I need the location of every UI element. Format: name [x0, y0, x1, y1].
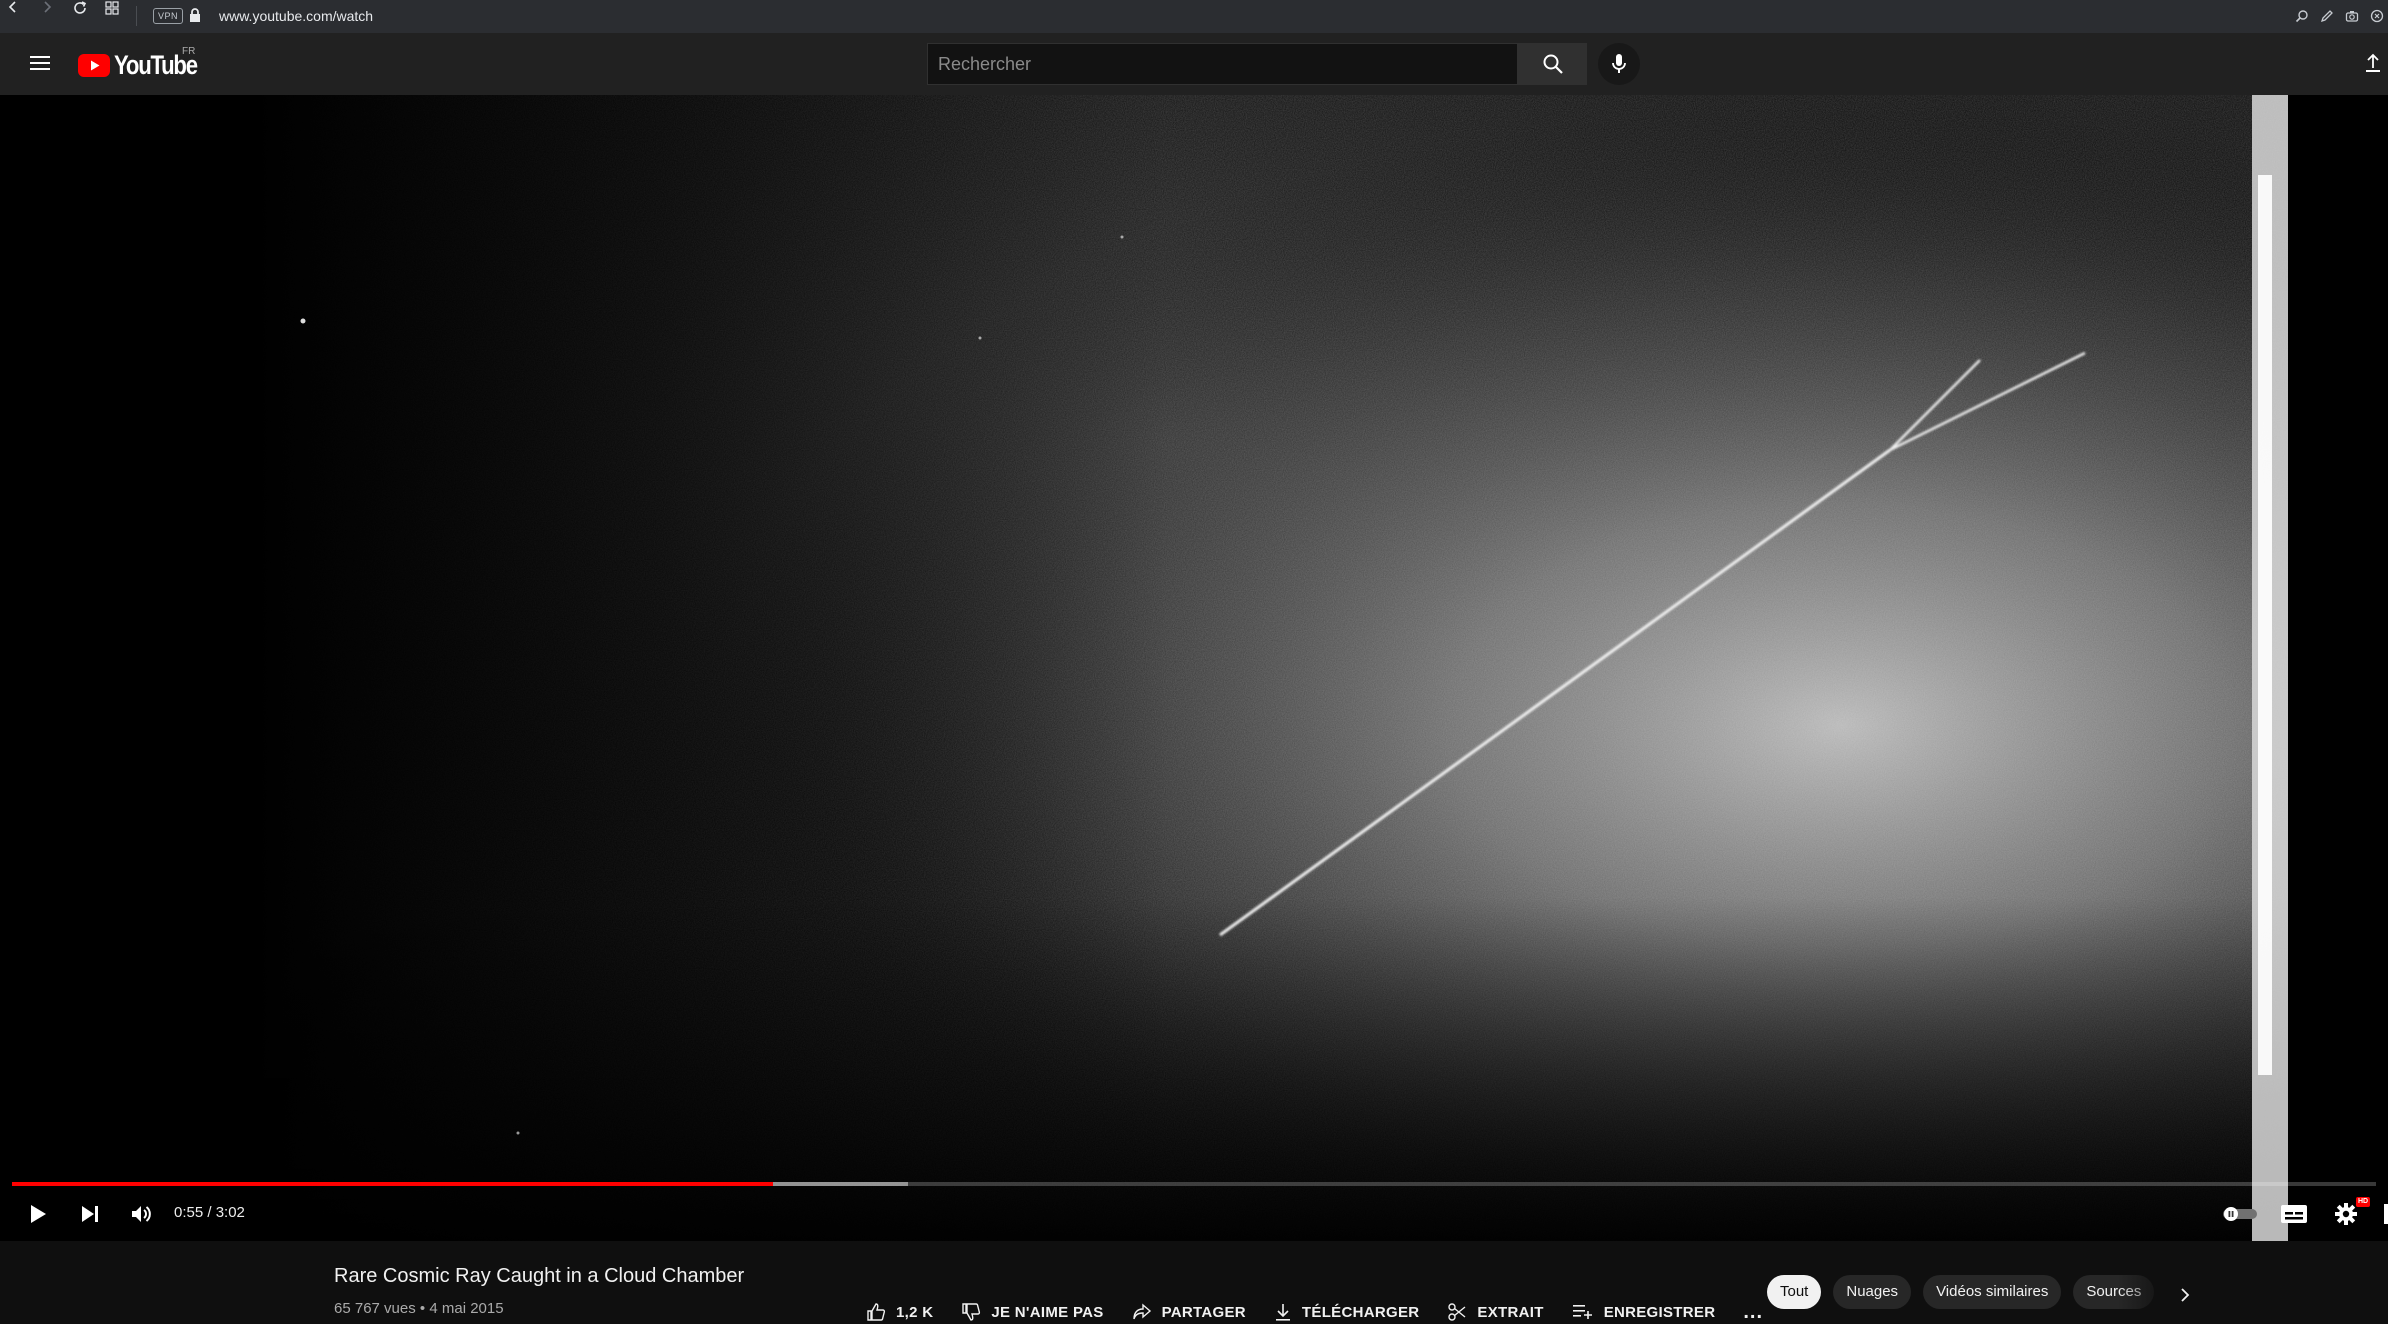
download-icon — [1274, 1302, 1292, 1322]
save-button[interactable]: ENREGISTRER — [1572, 1302, 1716, 1322]
toolbar-divider — [136, 6, 137, 26]
hamburger-menu-icon[interactable] — [22, 45, 58, 81]
search-page-icon[interactable] — [2291, 5, 2313, 27]
like-count: 1,2 K — [896, 1303, 934, 1321]
back-icon[interactable] — [6, 0, 20, 14]
speed-dial-icon[interactable] — [104, 0, 120, 16]
video-frame — [0, 95, 2388, 1241]
progress-played — [12, 1182, 774, 1186]
volume-button[interactable] — [124, 1196, 160, 1232]
next-button[interactable] — [72, 1196, 108, 1232]
meta-separator: • — [419, 1300, 426, 1317]
country-code: FR — [182, 46, 196, 57]
dislike-button[interactable]: JE N'AIME PAS — [961, 1302, 1103, 1322]
save-label: ENREGISTRER — [1603, 1303, 1716, 1321]
microphone-icon — [1612, 54, 1626, 73]
lock-icon[interactable] — [188, 7, 202, 23]
hd-badge: HD — [2356, 1197, 2371, 1207]
chip-nuages[interactable]: Nuages — [1833, 1275, 1912, 1309]
gear-icon — [2335, 1203, 2357, 1225]
reload-icon[interactable] — [72, 0, 88, 16]
chevron-right-icon[interactable] — [2170, 1280, 2200, 1310]
forward-icon[interactable] — [40, 0, 54, 14]
share-label: PARTAGER — [1161, 1303, 1246, 1321]
share-icon — [1132, 1302, 1152, 1322]
dislike-label: JE N'AIME PAS — [991, 1303, 1104, 1321]
more-actions-button[interactable]: ... — [1743, 1301, 1763, 1324]
play-button[interactable] — [20, 1196, 56, 1232]
play-icon — [31, 1205, 46, 1223]
video-actions: 1,2 K JE N'AIME PAS PARTAGER TÉLÉCHARGER… — [866, 1301, 1791, 1323]
clip-label: EXTRAIT — [1477, 1303, 1544, 1321]
skip-next-icon — [82, 1206, 98, 1222]
autoplay-toggle-icon — [2223, 1207, 2257, 1221]
address-bar[interactable]: www.youtube.com/watch — [219, 7, 373, 25]
share-button[interactable]: PARTAGER — [1132, 1302, 1246, 1322]
video-metadata: 65 767 vues • 4 mai 2015 — [334, 1299, 504, 1319]
upload-date: 4 mai 2015 — [429, 1300, 504, 1317]
search-box — [927, 43, 1518, 85]
chip-videos-similaires[interactable]: Vidéos similaires — [1923, 1275, 2062, 1309]
clip-button[interactable]: EXTRAIT — [1447, 1302, 1543, 1322]
related-chips: Tout Nuages Vidéos similaires Sources — [1767, 1275, 2155, 1309]
voice-search-button[interactable] — [1598, 43, 1640, 85]
volume-icon — [132, 1206, 151, 1222]
like-button[interactable]: 1,2 K — [866, 1302, 933, 1322]
download-button[interactable]: TÉLÉCHARGER — [1274, 1302, 1419, 1322]
extensions-icon[interactable] — [2366, 5, 2388, 27]
youtube-play-logo-icon — [78, 53, 110, 77]
vpn-badge[interactable]: VPN — [153, 8, 183, 24]
subtitles-icon — [2281, 1205, 2307, 1223]
video-player[interactable] — [0, 95, 2388, 1241]
upload-icon[interactable] — [2364, 52, 2382, 74]
download-label: TÉLÉCHARGER — [1301, 1303, 1420, 1321]
autoplay-toggle[interactable] — [2218, 1196, 2262, 1232]
time-display: 0:55 / 3:02 — [174, 1204, 245, 1221]
edit-icon[interactable] — [2316, 5, 2338, 27]
camera-icon[interactable] — [2341, 5, 2363, 27]
playlist-add-icon — [1572, 1302, 1594, 1322]
subtitles-button[interactable] — [2276, 1196, 2312, 1232]
video-title: Rare Cosmic Ray Caught in a Cloud Chambe… — [334, 1265, 745, 1287]
search-button[interactable] — [1518, 43, 1587, 85]
search-icon — [1543, 54, 1563, 74]
thumbs-up-icon — [866, 1302, 886, 1322]
view-count: 65 767 vues — [334, 1300, 416, 1317]
fullscreen-icon[interactable] — [2384, 1204, 2388, 1224]
scissors-icon — [1447, 1302, 1467, 1322]
search-input[interactable] — [928, 44, 1517, 84]
progress-bar[interactable] — [12, 1182, 2376, 1186]
thumbs-down-icon — [961, 1302, 981, 1322]
chip-tout[interactable]: Tout — [1767, 1275, 1822, 1309]
